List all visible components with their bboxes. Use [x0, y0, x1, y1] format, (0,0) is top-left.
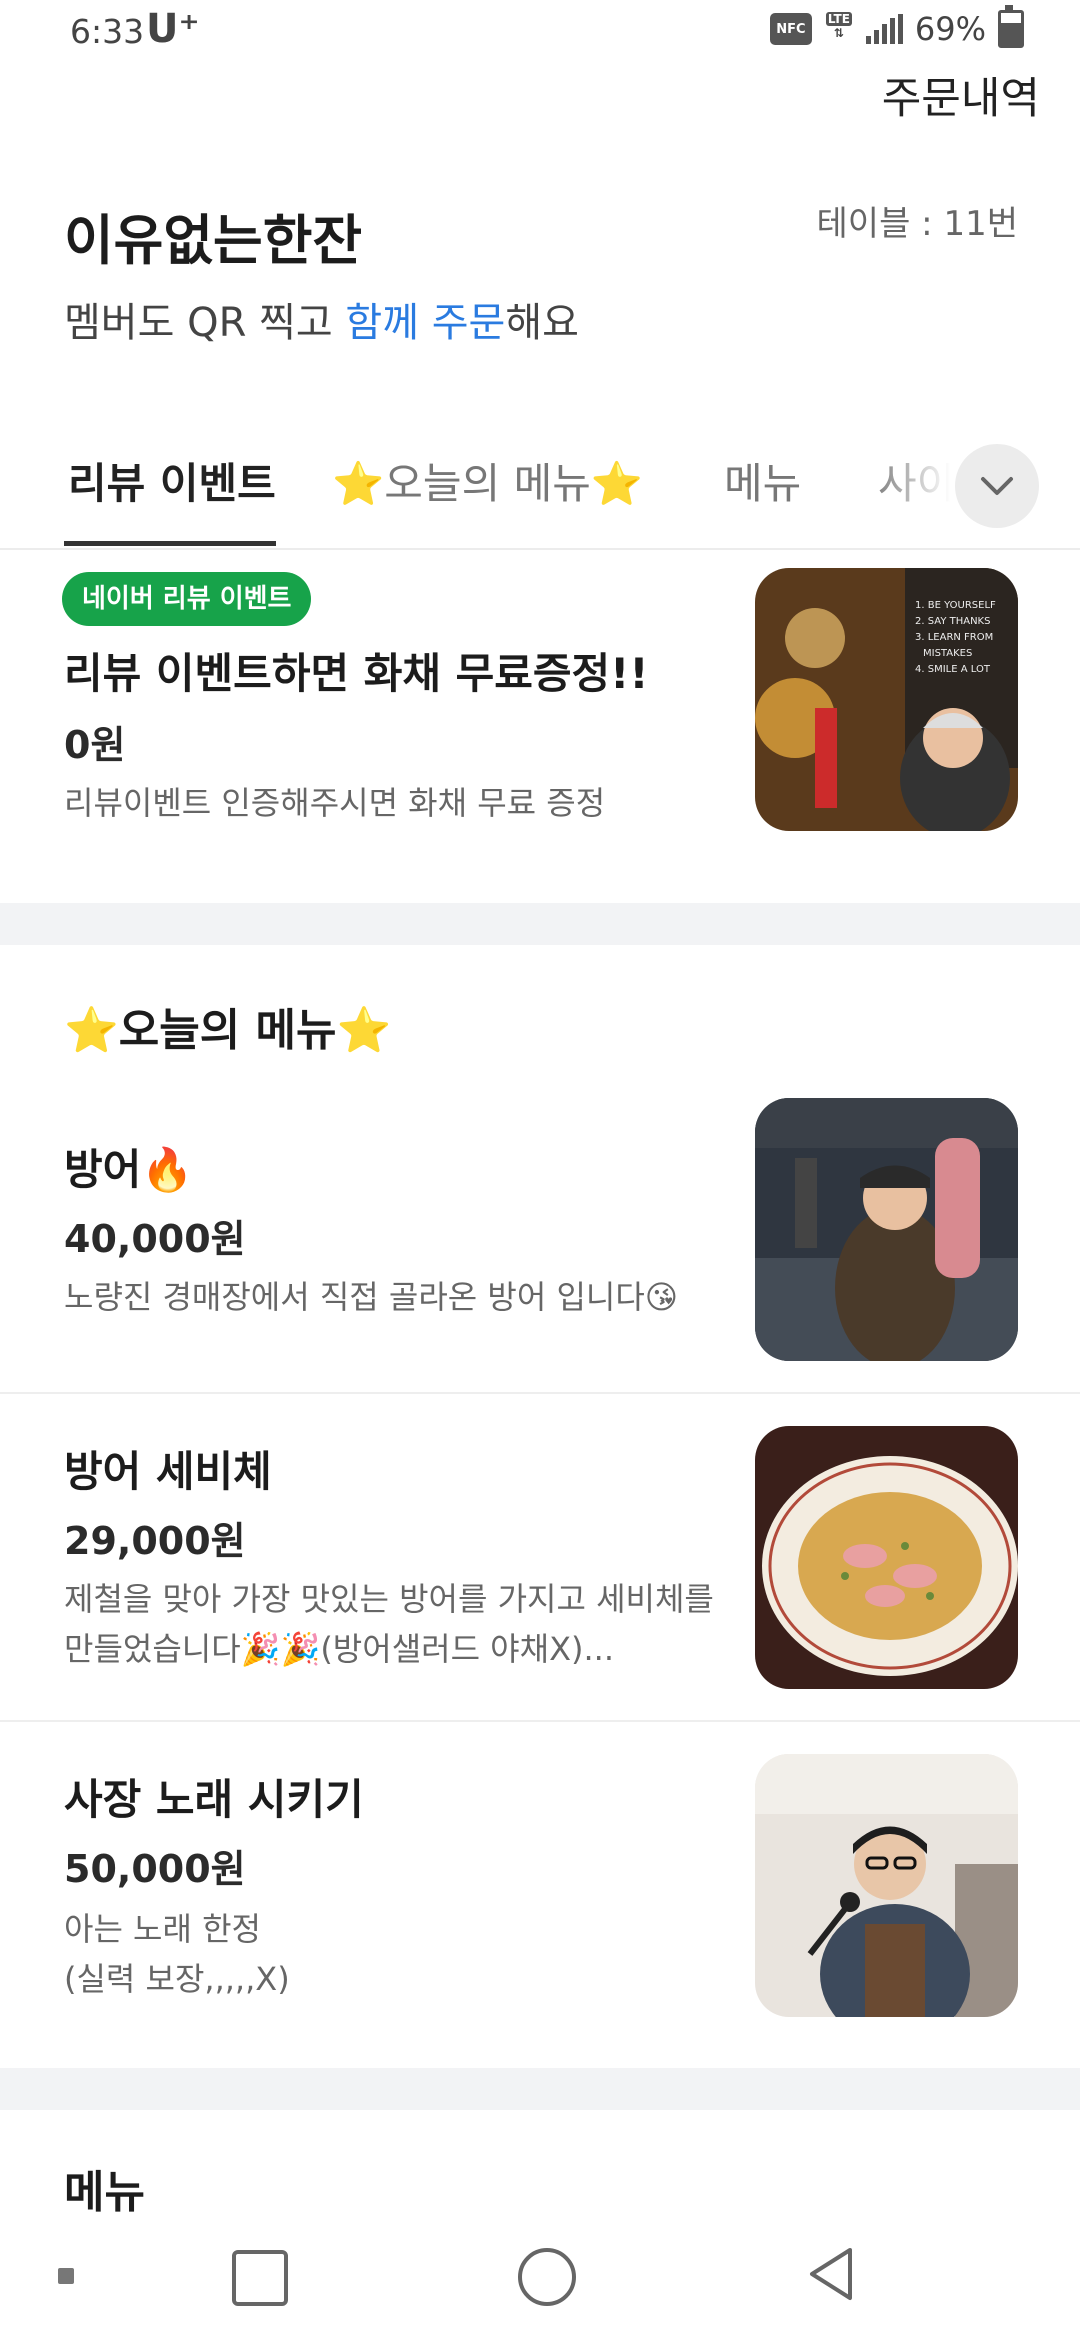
- menu-item-price: 29,000원: [64, 1519, 246, 1563]
- tab-active-indicator: [64, 541, 276, 546]
- svg-text:2. SAY THANKS: 2. SAY THANKS: [915, 616, 990, 627]
- nav-dot-icon[interactable]: [58, 2268, 74, 2284]
- singing-owner-image[interactable]: [755, 1754, 1018, 2017]
- menu-item-desc: 제철을 맞아 가장 맛있는 방어를 가지고 세비체를 만들었습니다🎉🎉(방어샐러…: [64, 1580, 714, 1668]
- menu-section-title: 메뉴: [64, 2167, 145, 2218]
- signal-icon: [865, 14, 903, 44]
- table-number: 테이블 : 11번: [816, 204, 1018, 244]
- review-event-title[interactable]: 리뷰 이벤트하면 화채 무료증정!!: [64, 640, 649, 701]
- item-divider: [0, 1720, 1080, 1722]
- section-divider: [0, 2068, 1080, 2110]
- svg-text:1. BE YOURSELF: 1. BE YOURSELF: [915, 600, 996, 611]
- subtitle-highlight: 함께 주문: [345, 300, 506, 346]
- review-event-image[interactable]: 1. BE YOURSELF 2. SAY THANKS 3. LEARN FR…: [755, 568, 1018, 831]
- home-icon[interactable]: [518, 2248, 576, 2306]
- menu-item-price: 40,000원: [64, 1217, 246, 1261]
- nfc-icon: NFC: [769, 13, 812, 45]
- menu-item-name[interactable]: 방어🔥: [64, 1136, 194, 1197]
- svg-text:4. SMILE A LOT: 4. SMILE A LOT: [915, 664, 991, 675]
- subtitle: 멤버도 QR 찍고 함께 주문해요: [64, 300, 579, 346]
- item-divider: [0, 1392, 1080, 1394]
- svg-text:3. LEARN FROM: 3. LEARN FROM: [915, 632, 993, 643]
- chevron-down-icon: [981, 477, 1013, 495]
- tab-menu[interactable]: 메뉴: [724, 450, 801, 511]
- tab-fade: [870, 430, 950, 546]
- category-tabs: 리뷰 이벤트 ⭐오늘의 메뉴⭐ 메뉴 사이: [0, 430, 1080, 550]
- recent-apps-icon[interactable]: [232, 2250, 288, 2306]
- tab-review-event[interactable]: 리뷰 이벤트: [68, 450, 276, 511]
- tab-today-menu[interactable]: ⭐오늘의 메뉴⭐: [332, 450, 643, 511]
- status-bar: 6:33 U⁺ NFC LTE ⇅ 69%: [0, 0, 1080, 64]
- svg-text:MISTAKES: MISTAKES: [923, 648, 972, 659]
- today-menu-title: ⭐오늘의 메뉴⭐: [64, 1005, 392, 1056]
- expand-tabs-button[interactable]: [955, 444, 1039, 528]
- status-icons: NFC LTE ⇅ 69%: [769, 5, 1024, 48]
- lte-icon: LTE ⇅: [825, 12, 852, 40]
- naver-review-badge: 네이버 리뷰 이벤트: [62, 572, 312, 626]
- ceviche-image[interactable]: [755, 1426, 1018, 1689]
- review-event-desc: 리뷰이벤트 인증해주시면 화채 무료 증정: [64, 784, 606, 822]
- battery-icon: [998, 5, 1024, 48]
- menu-item-price: 50,000원: [64, 1847, 246, 1891]
- menu-item-name[interactable]: 방어 세비체: [64, 1438, 272, 1499]
- battery-percent: 69%: [914, 10, 986, 48]
- menu-item-desc: 노량진 경매장에서 직접 골라온 방어 입니다😘: [64, 1278, 679, 1316]
- order-history-link[interactable]: 주문내역: [882, 64, 1040, 126]
- carrier-label: U⁺: [146, 6, 200, 52]
- back-icon[interactable]: [806, 2246, 856, 2306]
- menu-item-desc: 아는 노래 한정 (실력 보장,,,,,X): [64, 1910, 290, 1998]
- menu-item-name[interactable]: 사장 노래 시키기: [64, 1766, 364, 1827]
- review-event-price: 0원: [64, 723, 126, 767]
- section-divider: [0, 903, 1080, 945]
- store-name: 이유없는한잔: [64, 209, 363, 272]
- yellowtail-image[interactable]: [755, 1098, 1018, 1361]
- status-time: 6:33: [70, 12, 145, 51]
